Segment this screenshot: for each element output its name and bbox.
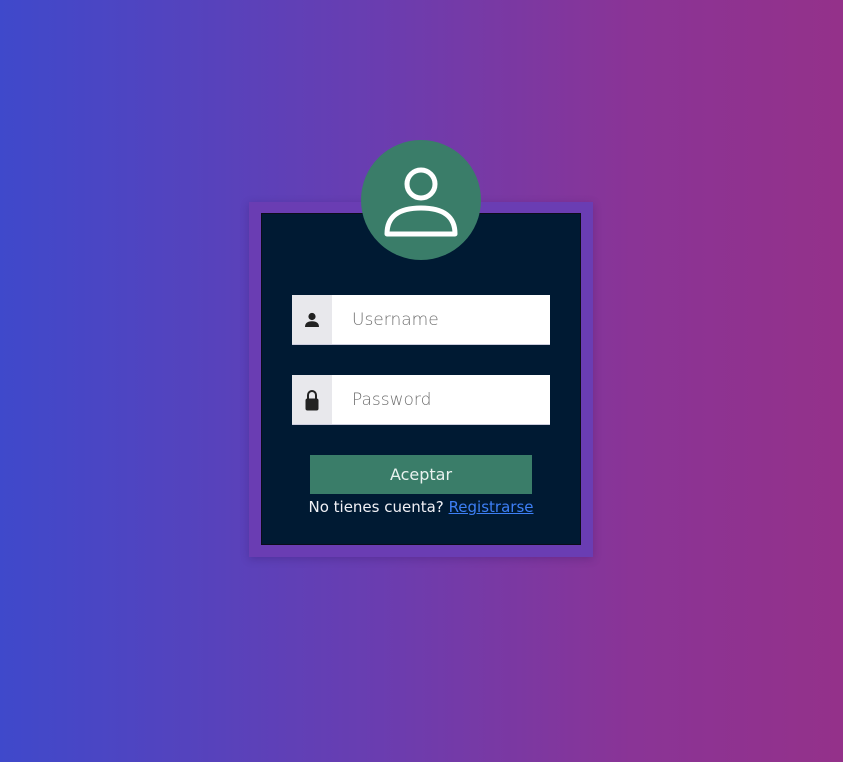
user-icon bbox=[305, 312, 319, 327]
lock-icon bbox=[305, 389, 319, 410]
username-addon bbox=[292, 295, 332, 344]
register-link[interactable]: Registrarse bbox=[449, 498, 534, 516]
accept-button[interactable]: Aceptar bbox=[310, 455, 532, 494]
password-addon bbox=[292, 375, 332, 424]
username-field bbox=[292, 295, 550, 344]
signup-row: No tienes cuenta? Registrarse bbox=[261, 498, 581, 516]
password-field bbox=[292, 375, 550, 424]
user-outline-icon bbox=[384, 167, 458, 237]
avatar bbox=[361, 140, 481, 260]
password-input[interactable] bbox=[332, 375, 550, 424]
signup-prompt: No tienes cuenta? bbox=[308, 498, 444, 516]
username-input[interactable] bbox=[332, 295, 550, 344]
